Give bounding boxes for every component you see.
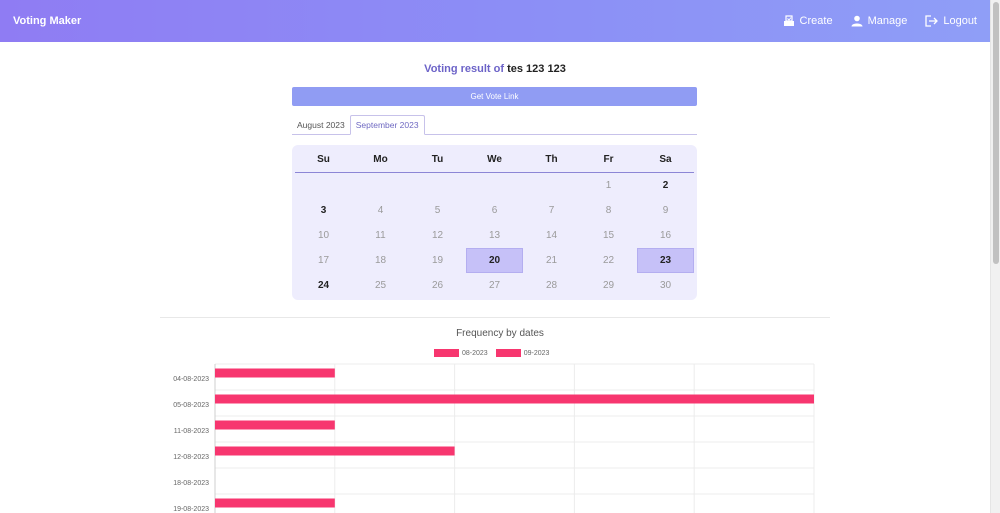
chart-bar — [215, 368, 335, 378]
calendar-day: 30 — [659, 280, 672, 291]
calendar-day-active[interactable]: 24 — [295, 273, 352, 298]
calendar-week: 3 4 5 6 7 8 9 — [295, 198, 694, 223]
calendar-empty-cell — [523, 173, 580, 198]
voting-name: tes 123 123 — [507, 63, 566, 75]
weekday-label: Th — [545, 153, 558, 165]
chart-legend: 08-2023 09-2023 — [434, 349, 557, 357]
weekday-label: We — [487, 153, 502, 165]
tab-september-2023[interactable]: September 2023 — [349, 115, 425, 135]
weekday-label: Sa — [659, 153, 672, 165]
get-vote-link-button[interactable]: Get Vote Link — [292, 87, 697, 106]
weekday-label: Tu — [431, 153, 444, 165]
chart-bar — [215, 498, 335, 508]
logout-icon — [925, 15, 939, 27]
user-icon — [851, 15, 863, 27]
calendar-days: 1 2 3 4 5 6 7 8 9 10 11 12 13 14 15 16 17 18 19 20 21 22 23 24 2… — [295, 173, 694, 298]
month-tabs: August 2023 September 2023 — [292, 115, 697, 135]
chart-bar — [215, 446, 455, 456]
calendar-day: 15 — [602, 230, 615, 241]
legend-item[interactable]: 09-2023 — [495, 349, 550, 357]
brand-logo[interactable]: Voting Maker — [13, 15, 81, 27]
calendar-empty-cell — [466, 173, 523, 198]
calendar-day: 19 — [431, 255, 444, 266]
calendar-day: 16 — [659, 230, 672, 241]
page-title: Voting result of tes 123 123 — [0, 63, 990, 75]
calendar-day: 28 — [545, 280, 558, 291]
calendar-day: 14 — [545, 230, 558, 241]
nav-logout-label: Logout — [943, 15, 977, 27]
calendar-weekday-header: Su Mo Tu We Th Fr Sa — [295, 145, 694, 173]
calendar-week: 24 25 26 27 28 29 30 — [295, 273, 694, 298]
calendar-day: 27 — [488, 280, 501, 291]
calendar-week: 17 18 19 20 21 22 23 — [295, 248, 694, 273]
nav-create-link[interactable]: Create — [783, 15, 833, 27]
calendar-day: 6 — [491, 205, 498, 216]
frequency-bar-chart: 04-08-2023 05-08-2023 11-08-2023 12-08-2023… — [173, 363, 815, 513]
calendar-day: 11 — [375, 230, 386, 241]
calendar-day-selected[interactable]: 23 — [637, 248, 694, 273]
section-divider — [160, 317, 830, 318]
calendar-day: 26 — [431, 280, 444, 291]
chart-bar — [215, 394, 814, 404]
tab-august-2023[interactable]: August 2023 — [292, 115, 350, 134]
calendar-day: 8 — [605, 205, 612, 216]
calendar-day-active[interactable]: 3 — [295, 198, 352, 223]
nav-links: Create Manage Logout — [783, 15, 977, 27]
scrollbar-thumb[interactable] — [993, 2, 999, 264]
calendar-day-active[interactable]: 2 — [637, 173, 694, 198]
chart-y-tick-label: 19-08-2023 — [173, 506, 209, 513]
calendar-day: 5 — [434, 205, 441, 216]
chart-y-tick-label: 18-08-2023 — [173, 480, 209, 487]
legend-label: 09-2023 — [523, 349, 550, 357]
weekday-label: Mo — [373, 153, 388, 165]
calendar-day: 29 — [602, 280, 615, 291]
calendar: Su Mo Tu We Th Fr Sa 1 2 3 4 5 6 7 8 9 10 11 12 13 14… — [292, 145, 697, 300]
calendar-empty-cell — [409, 173, 466, 198]
legend-swatch — [434, 349, 459, 357]
calendar-day: 13 — [488, 230, 501, 241]
nav-create-label: Create — [799, 15, 833, 27]
calendar-day: 12 — [431, 230, 444, 241]
calendar-day: 4 — [377, 205, 384, 216]
weekday-label: Su — [317, 153, 330, 165]
calendar-week: 12 — [295, 173, 694, 198]
legend-item[interactable]: 08-2023 — [434, 349, 488, 357]
nav-logout-link[interactable]: Logout — [925, 15, 977, 27]
chart-y-tick-label: 05-08-2023 — [173, 402, 209, 409]
legend-label: 08-2023 — [462, 349, 488, 357]
chart-bar — [215, 420, 335, 430]
calendar-day: 17 — [317, 255, 330, 266]
calendar-week: 10 11 12 13 14 15 16 — [295, 223, 694, 248]
create-icon — [783, 15, 795, 27]
calendar-day: 21 — [545, 255, 558, 266]
chart-title: Frequency by dates — [456, 328, 544, 339]
voting-result-label: Voting result of — [424, 63, 505, 75]
calendar-empty-cell — [295, 173, 352, 198]
page-scrollbar[interactable] — [990, 0, 1000, 513]
calendar-day: 1 — [605, 180, 612, 191]
navbar: Voting Maker Create Manage Logout — [0, 0, 990, 42]
nav-manage-label: Manage — [867, 15, 908, 27]
chart-y-tick-label: 04-08-2023 — [173, 376, 209, 383]
chart-y-tick-label: 11-08-2023 — [174, 428, 209, 435]
calendar-empty-cell — [352, 173, 409, 198]
nav-manage-link[interactable]: Manage — [851, 15, 908, 27]
calendar-day: 7 — [548, 205, 555, 216]
weekday-label: Fr — [603, 153, 614, 165]
legend-swatch — [495, 349, 521, 357]
calendar-day: 18 — [374, 255, 387, 266]
chart-y-tick-label: 12-08-2023 — [173, 454, 209, 461]
calendar-day: 10 — [317, 230, 330, 241]
calendar-day-selected[interactable]: 20 — [466, 248, 523, 273]
calendar-day: 9 — [662, 205, 669, 216]
calendar-day: 25 — [374, 280, 387, 291]
calendar-day: 22 — [602, 255, 615, 266]
